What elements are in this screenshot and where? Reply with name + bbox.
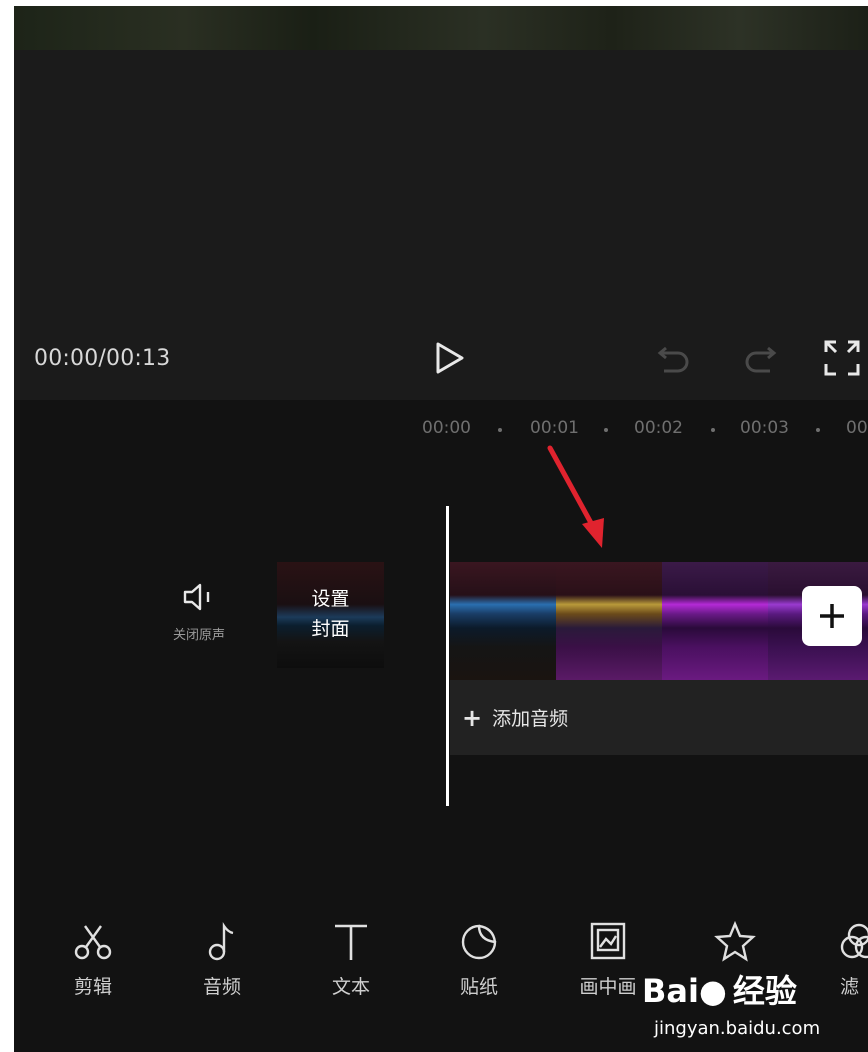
toolbar-item-label: 音频 <box>202 976 241 998</box>
cover-label-line1: 设置 <box>311 588 350 610</box>
mute-original-audio-button[interactable]: 关闭原声 <box>164 582 234 643</box>
clip-thumbnail <box>556 562 662 680</box>
mute-label: 关闭原声 <box>172 628 225 643</box>
player-controls: 00:00/00:13 <box>14 324 868 400</box>
add-clip-button[interactable] <box>802 586 862 646</box>
watermark-url: jingyan.baidu.com <box>654 1018 821 1039</box>
ruler-dot <box>816 428 820 432</box>
ruler-dot <box>711 428 715 432</box>
ruler-tick: 00:01 <box>530 418 579 438</box>
annotation-arrow-icon <box>547 445 604 548</box>
ruler-dot <box>498 428 502 432</box>
clip-thumbnail <box>662 562 768 680</box>
toolbar-item-edit[interactable]: 剪辑 <box>48 920 138 999</box>
toolbar-item-label: 贴纸 <box>459 976 498 998</box>
add-audio-label: 添加音频 <box>492 708 569 730</box>
app-frame: 00:00/00:13 00:00 00:01 00:02 00:03 00 关… <box>14 6 868 1052</box>
toolbar-item-label: 剪辑 <box>73 976 112 998</box>
timeline-editor: 00:00 00:01 00:02 00:03 00 关闭原声 设置 封面 + … <box>14 400 868 1052</box>
set-cover-button[interactable]: 设置 封面 <box>277 562 384 668</box>
ruler-tick: 00:03 <box>740 418 789 438</box>
ruler-dot <box>604 428 608 432</box>
toolbar-item-sticker[interactable]: 贴纸 <box>434 920 524 999</box>
timecode: 00:00/00:13 <box>34 346 171 371</box>
effects-star-icon <box>714 920 756 962</box>
toolbar-item-effects[interactable] <box>690 920 780 964</box>
ruler-tick: 00 <box>846 418 868 438</box>
redo-icon[interactable] <box>740 338 780 378</box>
plus-icon <box>820 604 844 628</box>
ruler-tick: 00:02 <box>634 418 683 438</box>
playhead[interactable] <box>446 506 449 806</box>
toolbar-item-text[interactable]: 文本 <box>306 920 396 999</box>
ruler-tick: 00:00 <box>422 418 471 438</box>
scissors-icon <box>74 925 112 960</box>
undo-icon[interactable] <box>654 338 694 378</box>
cover-label-line2: 封面 <box>311 618 350 640</box>
toolbar-item-label: 文本 <box>331 976 370 998</box>
speaker-icon <box>183 583 210 611</box>
picture-in-picture-icon <box>590 922 626 960</box>
baidu-watermark: Bai● 经验 jingyan.baidu.com <box>636 966 858 1046</box>
play-icon[interactable] <box>430 338 470 378</box>
filter-icon <box>840 923 868 959</box>
video-preview-strip <box>14 6 868 50</box>
music-note-icon <box>208 922 234 961</box>
text-icon <box>335 924 367 960</box>
add-audio-button[interactable]: + 添加音频 <box>450 680 868 755</box>
sticker-icon <box>461 924 497 960</box>
fullscreen-icon[interactable] <box>822 338 862 378</box>
watermark-logo: Bai● 经验 <box>642 972 797 1010</box>
toolbar-item-audio[interactable]: 音频 <box>177 920 267 999</box>
clip-thumbnail <box>450 562 556 680</box>
plus-icon: + <box>462 703 483 732</box>
